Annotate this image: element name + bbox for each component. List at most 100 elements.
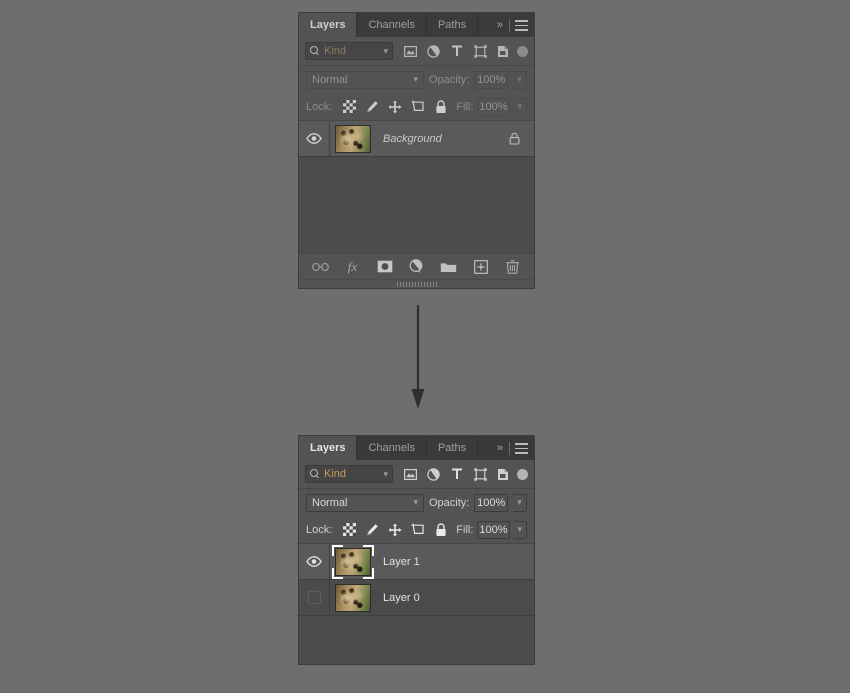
delete-layer-icon[interactable] — [504, 258, 521, 275]
layer-thumbnail-wrapper — [335, 124, 371, 153]
downward-arrow-icon — [411, 305, 425, 410]
magnifier-icon — [310, 469, 320, 479]
add-layer-mask-icon[interactable] — [376, 258, 393, 275]
new-layer-icon[interactable] — [472, 258, 489, 275]
table-row[interactable]: Layer 0 — [299, 580, 534, 616]
blend-mode-value: Normal — [312, 73, 348, 86]
layer-style-fx-icon[interactable]: fx — [344, 258, 361, 275]
layer-name[interactable]: Layer 0 — [383, 592, 534, 604]
eye-icon — [306, 556, 322, 567]
link-layers-icon[interactable] — [312, 258, 329, 275]
blend-mode-select[interactable]: Normal ▾ — [306, 493, 424, 512]
table-row[interactable]: Layer 1 — [299, 544, 534, 580]
chevron-down-icon: ▾ — [383, 468, 388, 479]
pixel-layer-filter-icon[interactable] — [401, 42, 421, 60]
tab-label: Channels — [368, 442, 415, 454]
new-adjustment-layer-icon[interactable] — [408, 258, 425, 275]
lock-position-icon[interactable] — [388, 523, 402, 537]
filter-toggle-switch-icon[interactable] — [517, 468, 528, 480]
filter-type-icons — [399, 42, 515, 60]
fill-label: Fill: — [456, 100, 474, 113]
tab-channels[interactable]: Channels — [357, 13, 427, 37]
lock-icons — [342, 522, 448, 537]
layer-name[interactable]: Layer 1 — [383, 556, 534, 568]
tab-label: Paths — [437, 442, 467, 454]
blend-mode-select[interactable]: Normal ▾ — [306, 70, 424, 89]
opacity-value: 100% — [477, 496, 506, 509]
lock-transparent-pixels-icon[interactable] — [342, 100, 356, 114]
hamburger-menu-icon[interactable] — [515, 19, 528, 31]
chevron-down-icon: ▾ — [383, 45, 388, 56]
collapse-panel-icon[interactable]: » — [493, 19, 509, 31]
table-row[interactable]: Background — [299, 121, 534, 157]
layer-locked-icon[interactable] — [508, 132, 520, 146]
blend-mode-row: Normal ▾ Opacity: 100% ▾ — [299, 489, 534, 516]
tab-channels[interactable]: Channels — [357, 436, 427, 460]
lock-icons — [342, 99, 448, 114]
lock-image-pixels-icon[interactable] — [365, 100, 379, 114]
leopard-photo-thumbnail[interactable] — [335, 124, 371, 153]
fill-input[interactable]: 100% — [477, 520, 510, 539]
blend-mode-value: Normal — [312, 496, 348, 509]
chevron-down-icon: ▾ — [413, 497, 418, 507]
type-layer-filter-icon[interactable] — [447, 42, 467, 60]
leopard-photo-thumbnail[interactable] — [335, 547, 371, 576]
smart-object-filter-icon[interactable] — [493, 465, 513, 483]
fill-stepper-chevron-down-icon[interactable]: ▾ — [513, 97, 527, 116]
lock-all-icon[interactable] — [434, 522, 448, 537]
lock-artboard-nesting-icon[interactable] — [411, 523, 425, 537]
layers-panel-after[interactable]: Layers Channels Paths » Kind ▾ Normal ▾ … — [298, 435, 535, 665]
tab-layers[interactable]: Layers — [299, 436, 358, 460]
eye-icon — [306, 133, 322, 144]
hamburger-menu-icon[interactable] — [515, 442, 528, 454]
layer-visibility-toggle[interactable] — [299, 544, 330, 579]
layer-thumbnail-wrapper — [335, 583, 371, 612]
filter-kind-label: Kind — [324, 45, 347, 57]
adjustment-layer-filter-icon[interactable] — [424, 465, 444, 483]
tab-label: Layers — [310, 19, 346, 31]
divider — [509, 18, 510, 32]
shape-layer-filter-icon[interactable] — [470, 465, 490, 483]
layer-list: Background — [299, 121, 534, 253]
layer-visibility-toggle[interactable] — [299, 121, 330, 156]
lock-transparent-pixels-icon[interactable] — [342, 523, 356, 537]
lock-artboard-nesting-icon[interactable] — [411, 100, 425, 114]
adjustment-layer-filter-icon[interactable] — [424, 42, 444, 60]
smart-object-filter-icon[interactable] — [493, 42, 513, 60]
fill-stepper-chevron-down-icon[interactable]: ▾ — [513, 520, 527, 539]
fill-label: Fill: — [456, 523, 474, 536]
layers-panel-before[interactable]: Layers Channels Paths » Kind ▾ Normal ▾ … — [298, 12, 535, 289]
shape-layer-filter-icon[interactable] — [470, 42, 490, 60]
panel-tab-bar: Layers Channels Paths » — [299, 436, 534, 460]
tab-paths[interactable]: Paths — [426, 13, 479, 37]
fill-input[interactable]: 100% — [477, 97, 510, 116]
opacity-stepper-chevron-down-icon[interactable]: ▾ — [512, 70, 527, 89]
opacity-input[interactable]: 100% — [474, 70, 508, 89]
filter-toggle-switch-icon[interactable] — [517, 45, 528, 57]
lock-position-icon[interactable] — [388, 100, 402, 114]
tab-paths[interactable]: Paths — [426, 436, 479, 460]
type-layer-filter-icon[interactable] — [447, 465, 467, 483]
opacity-label: Opacity: — [429, 73, 470, 86]
chevron-down-icon: ▾ — [413, 74, 418, 84]
tab-bar-controls: » — [493, 13, 534, 37]
layer-name[interactable]: Background — [383, 133, 508, 145]
filter-kind-label: Kind — [324, 468, 347, 480]
filter-kind-select[interactable]: Kind ▾ — [305, 42, 393, 60]
pixel-layer-filter-icon[interactable] — [401, 465, 421, 483]
layer-filter-row: Kind ▾ — [299, 460, 534, 489]
lock-label: Lock: — [306, 100, 333, 113]
opacity-stepper-chevron-down-icon[interactable]: ▾ — [512, 493, 527, 512]
filter-kind-select[interactable]: Kind ▾ — [305, 465, 393, 483]
eye-hidden-icon — [307, 591, 321, 604]
layer-visibility-toggle[interactable] — [299, 580, 330, 615]
lock-all-icon[interactable] — [434, 99, 448, 114]
panel-resize-grip[interactable] — [299, 279, 534, 288]
leopard-photo-thumbnail[interactable] — [335, 583, 371, 612]
new-group-icon[interactable] — [440, 258, 457, 275]
fill-value: 100% — [479, 100, 508, 113]
tab-layers[interactable]: Layers — [299, 13, 358, 37]
collapse-panel-icon[interactable]: » — [493, 442, 509, 454]
opacity-input[interactable]: 100% — [474, 493, 508, 512]
lock-image-pixels-icon[interactable] — [365, 523, 379, 537]
